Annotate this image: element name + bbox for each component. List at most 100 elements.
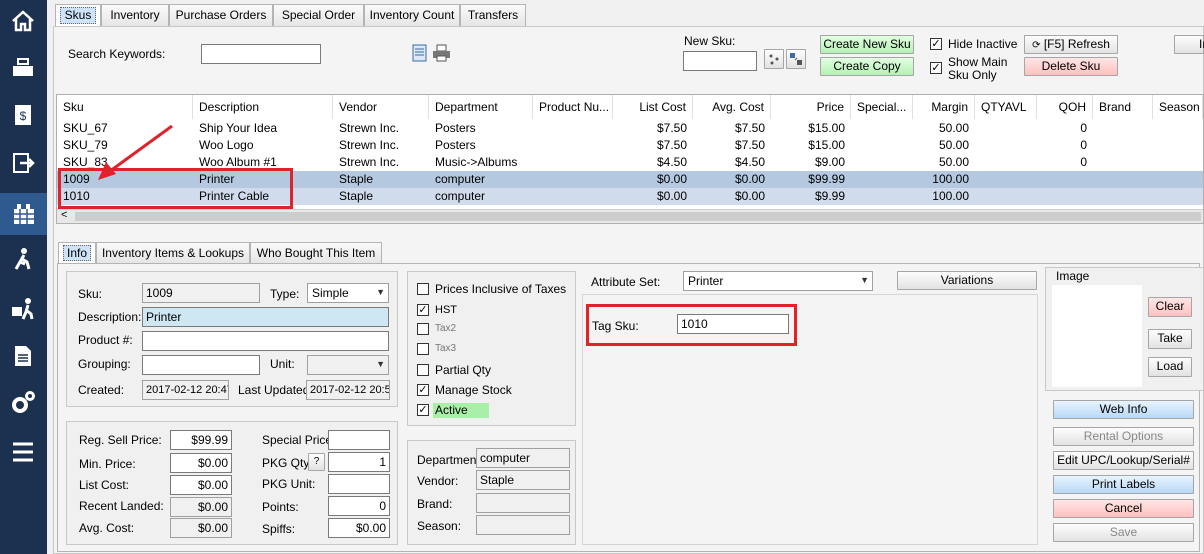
unit-select[interactable]: ▼ bbox=[307, 355, 389, 375]
sign-out-icon[interactable] bbox=[8, 148, 38, 178]
sku-lookup-icon[interactable] bbox=[786, 49, 806, 69]
shipping-icon[interactable] bbox=[8, 294, 38, 324]
tab-label: Inventory bbox=[110, 8, 160, 22]
table-cell bbox=[975, 137, 1037, 154]
create-new-sku-button[interactable]: Create New Sku bbox=[820, 35, 914, 54]
recent-landed-field: $0.00 bbox=[170, 497, 232, 517]
column-header[interactable]: Department bbox=[429, 95, 533, 119]
attribute-set-select[interactable]: Printer ▼ bbox=[683, 271, 873, 291]
manage-stock-checkbox[interactable]: ✓ bbox=[417, 384, 429, 396]
column-header[interactable]: QOH bbox=[1037, 95, 1093, 119]
table-cell bbox=[975, 171, 1037, 188]
generate-sku-icon[interactable] bbox=[764, 49, 784, 69]
show-main-sku-checkbox[interactable]: ✓ bbox=[930, 62, 942, 74]
chevron-down-icon: ▼ bbox=[376, 359, 385, 369]
print-icon[interactable] bbox=[432, 44, 451, 62]
rental-options-button[interactable]: Rental Options bbox=[1053, 427, 1194, 446]
tab-transfers[interactable]: Transfers bbox=[460, 4, 526, 26]
type-select[interactable]: Simple ▼ bbox=[307, 283, 389, 303]
tag-sku-field[interactable]: 1010 bbox=[677, 314, 789, 334]
column-header[interactable]: Margin bbox=[913, 95, 975, 119]
created-label: Created: bbox=[78, 383, 125, 397]
edge-button[interactable]: In bbox=[1174, 35, 1204, 54]
save-button[interactable]: Save bbox=[1053, 523, 1194, 542]
column-header[interactable]: Product Nu... bbox=[533, 95, 613, 119]
clear-image-button[interactable]: Clear bbox=[1148, 297, 1192, 317]
tab-inventory-count[interactable]: Inventory Count bbox=[364, 4, 460, 26]
table-cell bbox=[1093, 137, 1153, 154]
table-cell bbox=[533, 137, 613, 154]
tab-inventory-items[interactable]: Inventory Items & Lookups bbox=[96, 242, 250, 263]
table-cell: Strewn Inc. bbox=[339, 121, 400, 135]
variations-button[interactable]: Variations bbox=[897, 271, 1037, 290]
special-price-field[interactable] bbox=[328, 430, 390, 450]
column-header[interactable]: List Cost bbox=[613, 95, 693, 119]
inventory-icon[interactable] bbox=[0, 193, 47, 235]
search-input[interactable] bbox=[201, 44, 321, 64]
column-header[interactable]: QTYAVL bbox=[975, 95, 1037, 119]
tab-who-bought[interactable]: Who Bought This Item bbox=[250, 242, 382, 263]
column-header[interactable]: Price bbox=[771, 95, 851, 119]
table-cell: Strewn Inc. bbox=[339, 138, 400, 152]
pkg-unit-label: PKG Unit: bbox=[262, 477, 316, 491]
pkg-qty-field[interactable]: 1 bbox=[328, 452, 390, 472]
column-header[interactable]: Special... bbox=[851, 95, 913, 119]
take-image-button[interactable]: Take bbox=[1148, 329, 1192, 349]
edit-upc-button[interactable]: Edit UPC/Lookup/Serial# bbox=[1053, 451, 1194, 470]
table-cell: $0.00 bbox=[734, 172, 765, 186]
settings-icon[interactable] bbox=[8, 388, 38, 418]
column-header[interactable]: Description bbox=[193, 95, 333, 119]
list-cost-field[interactable]: $0.00 bbox=[170, 475, 232, 495]
column-header[interactable]: Season bbox=[1153, 95, 1203, 119]
web-info-button[interactable]: Web Info bbox=[1053, 400, 1194, 419]
column-header[interactable]: Brand bbox=[1093, 95, 1153, 119]
menu-icon[interactable] bbox=[8, 437, 38, 467]
column-header[interactable]: Vendor bbox=[333, 95, 429, 119]
table-cell: 100.00 bbox=[932, 189, 969, 203]
tax3-checkbox[interactable] bbox=[417, 343, 429, 355]
home-icon[interactable] bbox=[8, 6, 38, 36]
min-price-field[interactable]: $0.00 bbox=[170, 453, 232, 473]
report-icon[interactable] bbox=[8, 341, 38, 371]
reg-sell-price-field[interactable]: $99.99 bbox=[170, 430, 232, 450]
table-row[interactable]: SKU_67 Ship Your Idea Strewn Inc. Posters $7… bbox=[57, 120, 1203, 137]
scroll-thumb[interactable] bbox=[75, 212, 1201, 221]
partial-qty-checkbox[interactable] bbox=[417, 364, 429, 376]
hst-checkbox[interactable]: ✓ bbox=[417, 304, 429, 316]
tab-skus[interactable]: Skus bbox=[55, 4, 101, 26]
cancel-button[interactable]: Cancel bbox=[1053, 499, 1194, 518]
tab-inventory[interactable]: Inventory bbox=[101, 4, 169, 26]
tax2-checkbox[interactable] bbox=[417, 323, 429, 335]
preview-icon[interactable] bbox=[411, 44, 429, 62]
points-field[interactable]: 0 bbox=[328, 496, 390, 516]
table-cell bbox=[1153, 137, 1203, 154]
horizontal-scrollbar[interactable]: < bbox=[57, 209, 1203, 223]
tab-special-order[interactable]: Special Order bbox=[273, 4, 364, 26]
grouping-field[interactable] bbox=[142, 355, 260, 375]
description-field[interactable]: Printer bbox=[142, 307, 389, 327]
scroll-left-icon[interactable]: < bbox=[61, 209, 67, 221]
help-icon[interactable]: ? bbox=[308, 453, 325, 471]
load-image-button[interactable]: Load bbox=[1148, 357, 1192, 377]
column-header[interactable]: Avg. Cost bbox=[693, 95, 771, 119]
delivery-icon[interactable] bbox=[8, 244, 38, 274]
create-copy-button[interactable]: Create Copy bbox=[820, 57, 914, 76]
new-sku-input[interactable] bbox=[683, 51, 757, 71]
hide-inactive-checkbox[interactable]: ✓ bbox=[930, 38, 942, 50]
tab-purchase-orders[interactable]: Purchase Orders bbox=[169, 4, 273, 26]
prices-inclusive-checkbox[interactable] bbox=[417, 283, 429, 295]
table-row[interactable]: SKU_79 Woo Logo Strewn Inc. Posters $7.50 $7.… bbox=[57, 137, 1203, 154]
invoice-icon[interactable]: $ bbox=[8, 100, 38, 130]
tab-info[interactable]: Info bbox=[58, 242, 96, 263]
refresh-button[interactable]: ⟳ [F5] Refresh bbox=[1024, 35, 1118, 54]
column-header[interactable]: Sku bbox=[57, 95, 193, 119]
delete-sku-button[interactable]: Delete Sku bbox=[1024, 57, 1118, 76]
active-checkbox[interactable]: ✓ bbox=[417, 404, 429, 416]
spiffs-field[interactable]: $0.00 bbox=[328, 518, 390, 538]
tab-label: Special Order bbox=[281, 8, 356, 22]
register-icon[interactable] bbox=[8, 52, 38, 82]
product-number-field[interactable] bbox=[142, 331, 389, 351]
pkg-unit-field[interactable] bbox=[328, 474, 390, 494]
print-labels-button[interactable]: Print Labels bbox=[1053, 475, 1194, 494]
table-cell: Posters bbox=[435, 138, 476, 152]
